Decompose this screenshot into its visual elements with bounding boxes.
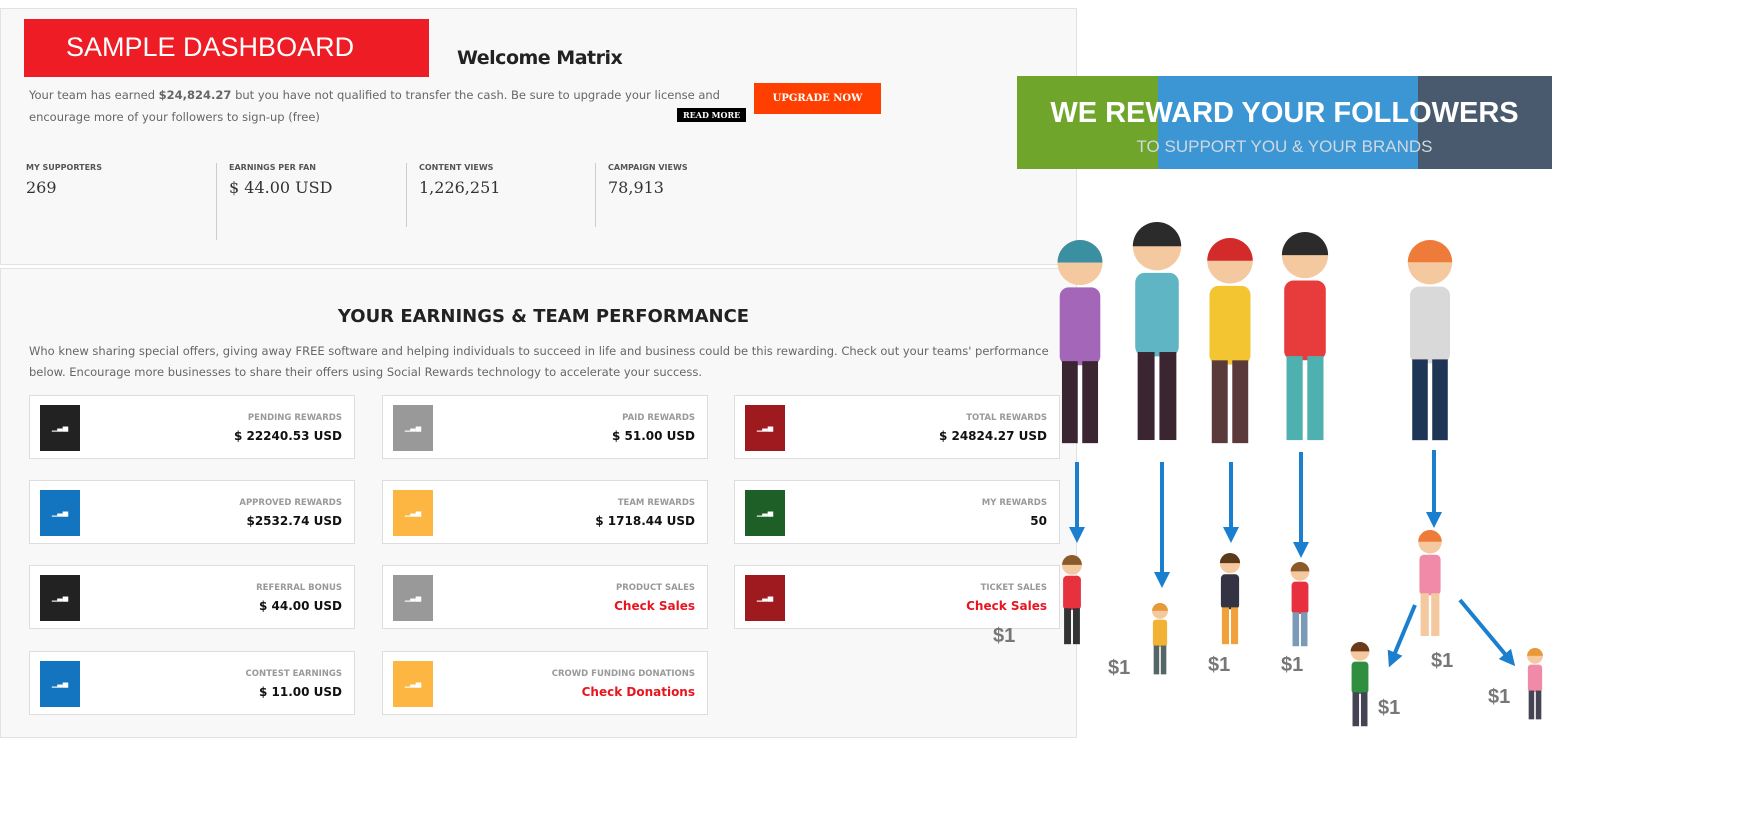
reward-amount-label: $1 [1488,686,1511,708]
stat-earnings-per-fan: EARNINGS PER FAN $ 44.00 USD [216,163,406,240]
card-label: CROWD FUNDING DONATIONS [551,669,695,679]
reward-card-pending-rewards: ▁▃▅ PENDING REWARDS $ 22240.53 USD [29,395,355,459]
bar-chart-icon: ▁▃▅ [40,575,80,621]
stat-value: 269 [26,178,57,197]
follower-figure [1350,642,1370,727]
stat-label: CONTENT VIEWS [419,163,494,172]
upgrade-now-button[interactable]: UPGRADE NOW [754,83,881,114]
card-link[interactable]: Check Sales [614,599,695,613]
card-label: APPROVED REWARDS [239,498,342,508]
follower-figure [1290,562,1310,647]
follower-figure [1219,553,1241,645]
stat-label: MY SUPPORTERS [26,163,102,172]
reward-amount-label: $1 [1108,657,1131,679]
bar-chart-icon: ▁▃▅ [393,575,433,621]
adult-figure [1132,222,1182,441]
follower-figure [1527,648,1543,720]
card-value: $ 22240.53 USD [233,429,342,443]
performance-description: Who knew sharing special offers, giving … [29,344,1049,379]
stat-supporters: MY SUPPORTERS 269 [14,163,214,240]
intro-prefix: Your team has earned [29,88,159,102]
bar-chart-icon: ▁▃▅ [745,490,785,536]
stat-campaign-views: CAMPAIGN VIEWS 78,913 [595,163,785,227]
followers-illustration [1057,222,1543,727]
bar-chart-icon: ▁▃▅ [393,405,433,451]
card-link[interactable]: Check Donations [582,685,695,699]
bar-chart-icon: ▁▃▅ [40,490,80,536]
card-value: $ 1718.44 USD [595,514,695,528]
earned-amount: $24,824.27 [158,88,232,102]
card-label: PENDING REWARDS [247,413,342,423]
intro-text: Your team has earned $24,824.27 but you … [29,84,739,128]
stat-content-views: CONTENT VIEWS 1,226,251 [406,163,596,227]
bar-chart-icon: ▁▃▅ [745,575,785,621]
card-value: $ 44.00 USD [258,599,342,613]
stat-value: $ 44.00 USD [229,178,333,197]
down-arrow-icon [1458,598,1516,667]
stat-value: 78,913 [608,178,664,197]
reward-amount-label: $1 [993,625,1016,647]
reward-card-approved-rewards: ▁▃▅ APPROVED REWARDS $2532.74 USD [29,480,355,544]
reward-card-team-rewards: ▁▃▅ TEAM REWARDS $ 1718.44 USD [382,480,708,544]
bar-chart-icon: ▁▃▅ [745,405,785,451]
follower-figure [1152,603,1168,675]
adult-figure [1407,240,1453,441]
card-label: PAID REWARDS [622,413,695,423]
read-more-button[interactable]: READ MORE [677,108,747,122]
performance-title: YOUR EARNINGS & TEAM PERFORMANCE [337,306,750,327]
adult-figure [1281,231,1329,441]
adult-figure [1057,240,1103,444]
sample-dashboard-banner: SAMPLE DASHBOARD [24,19,429,77]
card-label: REFERRAL BONUS [256,583,342,593]
bar-chart-icon: ▁▃▅ [393,661,433,707]
bar-chart-icon: ▁▃▅ [393,490,433,536]
card-label: PRODUCT SALES [616,583,695,593]
promo-subtitle: TO SUPPORT YOU & YOUR BRANDS [1136,137,1433,156]
reward-card-referral-bonus: ▁▃▅ REFERRAL BONUS $ 44.00 USD [29,565,355,629]
reward-amount-label: $1 [1281,654,1304,676]
stat-label: EARNINGS PER FAN [229,163,317,172]
card-value: $ 11.00 USD [258,685,342,699]
reward-amount-label: $1 [1378,697,1401,719]
promo-title: WE REWARD YOUR FOLLOWERS [1050,97,1519,129]
reward-card-contest-earnings: ▁▃▅ CONTEST EARNINGS $ 11.00 USD [29,651,355,715]
stat-value: 1,226,251 [419,178,501,197]
reward-amount-label: $1 [1431,650,1454,672]
follower-figure [1062,555,1082,645]
card-label: CONTEST EARNINGS [245,669,342,679]
down-arrow-icon [1387,604,1417,668]
follower-figure [1418,530,1442,637]
card-value: $ 51.00 USD [611,429,695,443]
welcome-title: Welcome Matrix [457,47,623,69]
reward-card-product-sales: ▁▃▅ PRODUCT SALES Check Sales [382,565,708,629]
card-label: TEAM REWARDS [617,498,695,508]
bar-chart-icon: ▁▃▅ [40,661,80,707]
reward-card-paid-rewards: ▁▃▅ PAID REWARDS $ 51.00 USD [382,395,708,459]
bar-chart-icon: ▁▃▅ [40,405,80,451]
reward-card-crowd-funding-donations: ▁▃▅ CROWD FUNDING DONATIONS Check Donation… [382,651,708,715]
stat-label: CAMPAIGN VIEWS [608,163,688,172]
reward-amount-label: $1 [1208,654,1231,676]
card-value: $2532.74 USD [246,514,342,528]
adult-figure [1207,238,1253,444]
